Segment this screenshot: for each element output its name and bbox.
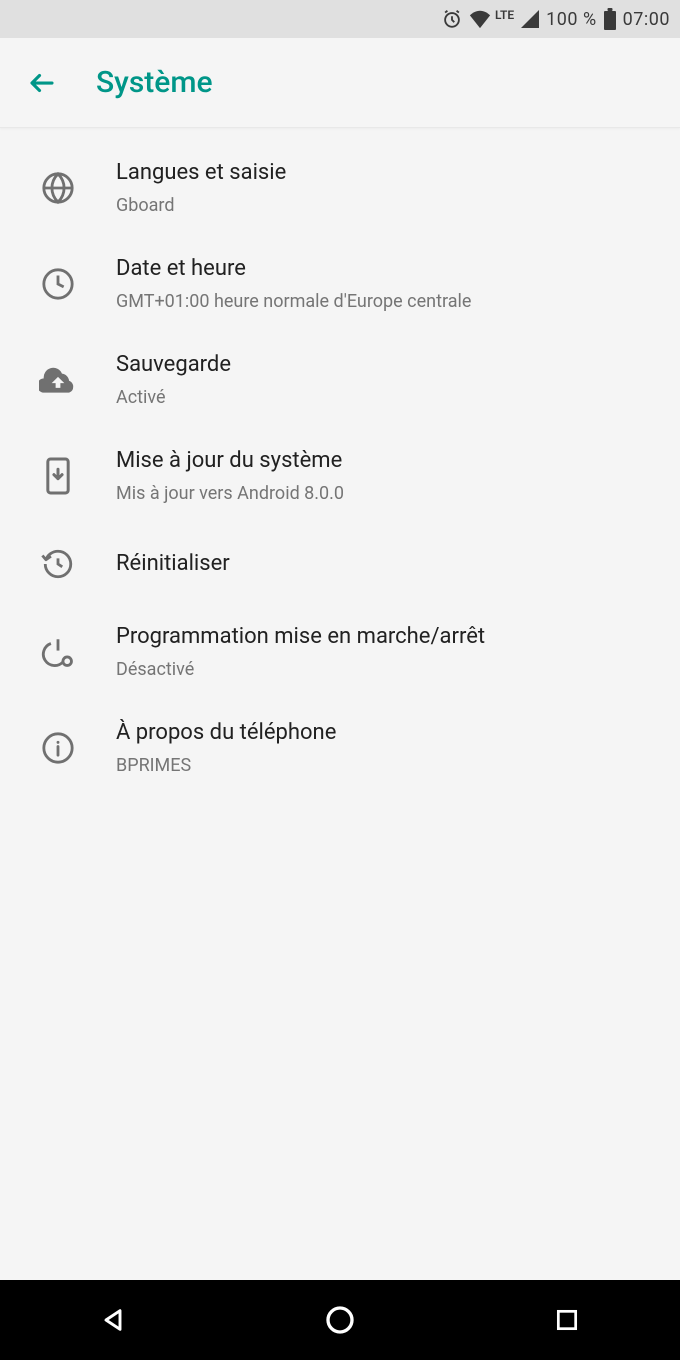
item-title: Sauvegarde — [116, 351, 662, 380]
info-icon — [0, 731, 116, 765]
nav-recent-button[interactable] — [507, 1290, 627, 1350]
item-subtitle: Désactivé — [116, 658, 662, 681]
back-button[interactable] — [18, 59, 66, 107]
cloud-upload-icon — [0, 363, 116, 397]
clock-time: 07:00 — [623, 9, 670, 30]
clock-icon — [0, 267, 116, 301]
item-title: Mise à jour du système — [116, 447, 662, 476]
navigation-bar — [0, 1280, 680, 1360]
item-subtitle: BPRIMES — [116, 754, 662, 777]
item-subtitle: Mis à jour vers Android 8.0.0 — [116, 482, 662, 505]
item-languages-input[interactable]: Langues et saisie Gboard — [0, 140, 680, 236]
battery-icon — [603, 8, 617, 30]
item-power-schedule[interactable]: Programmation mise en marche/arrêt Désac… — [0, 604, 680, 700]
system-update-icon — [0, 457, 116, 495]
status-bar: LTE 100 % 07:00 — [0, 0, 680, 38]
nav-home-button[interactable] — [280, 1290, 400, 1350]
page-title: Système — [96, 65, 213, 100]
item-title: Réinitialiser — [116, 550, 662, 579]
item-backup[interactable]: Sauvegarde Activé — [0, 332, 680, 428]
item-title: Langues et saisie — [116, 159, 662, 188]
item-reset[interactable]: Réinitialiser — [0, 524, 680, 604]
app-bar: Système — [0, 38, 680, 128]
item-title: Date et heure — [116, 255, 662, 284]
item-subtitle: Gboard — [116, 194, 662, 217]
power-schedule-icon — [0, 635, 116, 669]
nav-back-button[interactable] — [53, 1290, 173, 1350]
item-system-update[interactable]: Mise à jour du système Mis à jour vers A… — [0, 428, 680, 524]
item-title: Programmation mise en marche/arrêt — [116, 623, 662, 652]
settings-list: Langues et saisie Gboard Date et heure G… — [0, 128, 680, 796]
item-subtitle: Activé — [116, 386, 662, 409]
item-title: À propos du téléphone — [116, 719, 662, 748]
wifi-icon — [469, 9, 491, 29]
item-date-time[interactable]: Date et heure GMT+01:00 heure normale d'… — [0, 236, 680, 332]
globe-icon — [0, 171, 116, 205]
battery-percentage: 100 % — [546, 9, 597, 30]
alarm-icon — [441, 8, 463, 30]
cell-signal-icon — [520, 9, 540, 29]
network-type-label: LTE — [495, 8, 514, 22]
restore-icon — [0, 547, 116, 581]
item-subtitle: GMT+01:00 heure normale d'Europe central… — [116, 290, 662, 313]
item-about-phone[interactable]: À propos du téléphone BPRIMES — [0, 700, 680, 796]
